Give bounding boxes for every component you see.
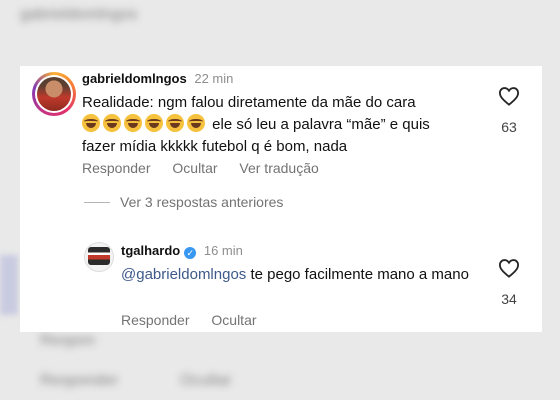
view-previous-replies[interactable]: Ver 3 respostas anteriores [84, 194, 283, 210]
avatar-photo [37, 77, 71, 111]
comment-text: Realidade: ngm falou diretamente da mãe … [82, 92, 442, 158]
comment-actions: Responder Ocultar Ver tradução [82, 160, 337, 176]
comment-text-part1: Realidade: ngm falou diretamente da mãe … [82, 94, 416, 111]
avatar[interactable] [32, 72, 76, 116]
grinning-sweat-emoji [82, 114, 100, 132]
background-text: Respon [40, 332, 96, 349]
hide-button[interactable]: Ocultar [172, 160, 217, 176]
comment-card: gabrieldomlngos 22 min Realidade: ngm fa… [20, 66, 542, 332]
background-reply-link: Responder [40, 372, 119, 389]
mention-link[interactable]: @gabrieldomlngos [121, 266, 246, 283]
timestamp: 16 min [203, 243, 243, 258]
verified-badge-icon: ✓ [184, 247, 197, 259]
comment-header: gabrieldomlngos 22 min [82, 71, 233, 86]
avatar[interactable] [84, 242, 114, 272]
like-control: 63 [494, 86, 524, 135]
heart-icon[interactable] [494, 258, 524, 283]
translate-button[interactable]: Ver tradução [239, 160, 318, 176]
grinning-sweat-emoji [187, 114, 205, 132]
avatar-photo [88, 247, 110, 265]
username[interactable]: tgalhardo [121, 243, 180, 258]
grinning-sweat-emoji [124, 114, 142, 132]
hide-button[interactable]: Ocultar [211, 312, 256, 328]
reply-button[interactable]: Responder [82, 160, 151, 176]
heart-icon[interactable] [494, 86, 524, 111]
grinning-sweat-emoji [145, 114, 163, 132]
username[interactable]: gabrieldomlngos [82, 71, 187, 86]
like-count: 34 [501, 291, 517, 307]
like-count: 63 [501, 119, 517, 135]
reply-button[interactable]: Responder [121, 312, 190, 328]
timestamp: 22 min [194, 71, 234, 86]
like-control: 34 [494, 258, 524, 307]
view-replies-label: Ver 3 respostas anteriores [120, 194, 284, 210]
background-hide-link: Ocultar [180, 372, 232, 389]
grinning-sweat-emoji [166, 114, 184, 132]
divider-line [84, 202, 110, 203]
comment-actions: Responder Ocultar [121, 312, 275, 328]
background-username: gabrieldomlngos [20, 6, 138, 23]
comment-text: @gabrieldomlngos te pego facilmente mano… [121, 264, 501, 286]
comment-header: tgalhardo ✓ 16 min [121, 243, 243, 259]
background-blur-block [0, 255, 18, 315]
comment-text-body: te pego facilmente mano a mano [246, 266, 469, 283]
grinning-sweat-emoji [103, 114, 121, 132]
